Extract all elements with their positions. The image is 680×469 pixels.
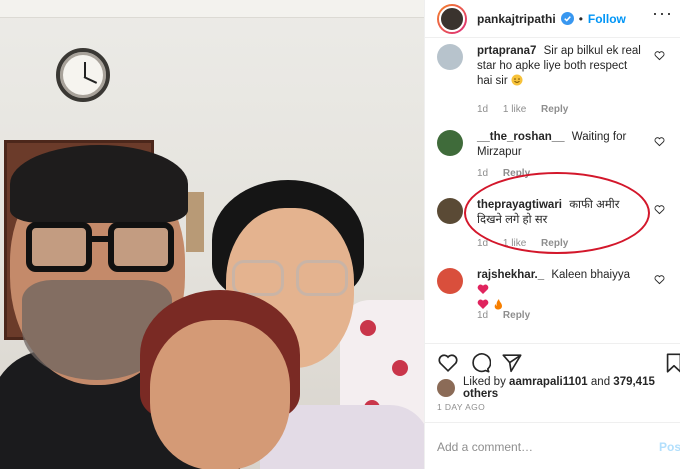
like-comment-heart-icon[interactable] [654, 50, 665, 61]
likes-text: Liked by aamrapali1101 and 379,415 other… [463, 376, 680, 400]
commenter-avatar[interactable] [437, 268, 463, 294]
heart-icon[interactable] [437, 352, 459, 374]
comment-likes[interactable]: 1 like [503, 238, 526, 249]
commenter-username[interactable]: theprayagtiwari [477, 199, 562, 211]
comment-text: theprayagtiwari काफी अमीर दिखने लगे हो स… [477, 198, 645, 228]
author-avatar[interactable] [437, 3, 467, 34]
comments-list[interactable]: prtaprana7 Sir ap bilkul ek real star ho… [425, 38, 680, 343]
post-sidebar: pankajtripathi • Follow ··· prtaprana7 S… [424, 0, 680, 469]
post-header: pankajtripathi • Follow ··· [425, 0, 680, 38]
comment-item: __the_roshan__ Waiting for Mirzapur 1d R… [437, 130, 677, 180]
reply-button[interactable]: Reply [503, 310, 530, 321]
comment-time: 1d [477, 168, 489, 179]
commenter-avatar[interactable] [437, 198, 463, 224]
comment-time: 1d [477, 310, 489, 321]
wall-cornice [0, 0, 424, 18]
man-hair [10, 145, 188, 223]
wall-clock [56, 48, 110, 102]
post-comment-button[interactable]: Post [659, 440, 680, 454]
post-actions-bar [425, 343, 680, 377]
comment-item: theprayagtiwari काफी अमीर दिखने लगे हो स… [437, 198, 677, 254]
reply-button[interactable]: Reply [503, 168, 530, 179]
comment-icon[interactable] [469, 352, 491, 374]
commenter-avatar[interactable] [437, 130, 463, 156]
more-icon[interactable]: ··· [652, 4, 673, 22]
comment-time: 1d [477, 238, 489, 249]
comment-meta: 1d 1 like Reply [477, 238, 580, 249]
like-comment-heart-icon[interactable] [654, 274, 665, 285]
likes-prefix: Liked by [463, 376, 506, 388]
comment-box[interactable]: Add a comment… Post [425, 422, 680, 469]
liker-avatar[interactable] [437, 379, 455, 397]
fire-emoji-icon [494, 299, 503, 310]
bookmark-icon[interactable] [663, 352, 680, 374]
comment-text: prtaprana7 Sir ap bilkul ek real star ho… [477, 44, 645, 89]
liker-username[interactable]: aamrapali1101 [509, 376, 588, 388]
post-photo[interactable] [0, 0, 424, 469]
comment-input[interactable]: Add a comment… [437, 440, 533, 454]
red-heart-emoji-icon [477, 299, 489, 309]
likes-middle: and [590, 376, 611, 388]
woman-face [150, 320, 290, 469]
comment-text: __the_roshan__ Waiting for Mirzapur [477, 130, 645, 160]
follow-button[interactable]: Follow [588, 12, 626, 26]
comment-likes[interactable]: 1 like [503, 104, 526, 115]
commenter-username[interactable]: __the_roshan__ [477, 131, 565, 143]
header-separator: • [578, 11, 583, 26]
comment-meta: 1d Reply [477, 168, 542, 179]
reply-button[interactable]: Reply [541, 104, 568, 115]
shelf [186, 192, 204, 252]
red-heart-emoji-icon [477, 284, 489, 294]
like-comment-heart-icon[interactable] [654, 136, 665, 147]
comment-time: 1d [477, 104, 489, 115]
comment-item: rajshekhar._ Kaleen bhaiyya 1d Reply [437, 268, 677, 324]
commenter-avatar[interactable] [437, 44, 463, 70]
verified-icon [560, 12, 574, 25]
comment-text: rajshekhar._ Kaleen bhaiyya [477, 268, 645, 313]
author-username[interactable]: pankajtripathi [477, 12, 556, 26]
comment-body: Kaleen bhaiyya [551, 269, 630, 281]
likes-summary: Liked by aamrapali1101 and 379,415 other… [437, 376, 680, 400]
like-comment-heart-icon[interactable] [654, 204, 665, 215]
reply-button[interactable]: Reply [541, 238, 568, 249]
post-timestamp[interactable]: 1 DAY AGO [437, 402, 485, 412]
commenter-username[interactable]: rajshekhar._ [477, 269, 544, 281]
comment-item: prtaprana7 Sir ap bilkul ek real star ho… [437, 44, 677, 116]
man-glasses [26, 222, 176, 274]
commenter-username[interactable]: prtaprana7 [477, 45, 536, 57]
comment-meta: 1d 1 like Reply [477, 104, 580, 115]
comment-meta: 1d Reply [477, 310, 542, 321]
smile-emoji-icon [511, 74, 523, 86]
share-icon[interactable] [501, 352, 523, 374]
